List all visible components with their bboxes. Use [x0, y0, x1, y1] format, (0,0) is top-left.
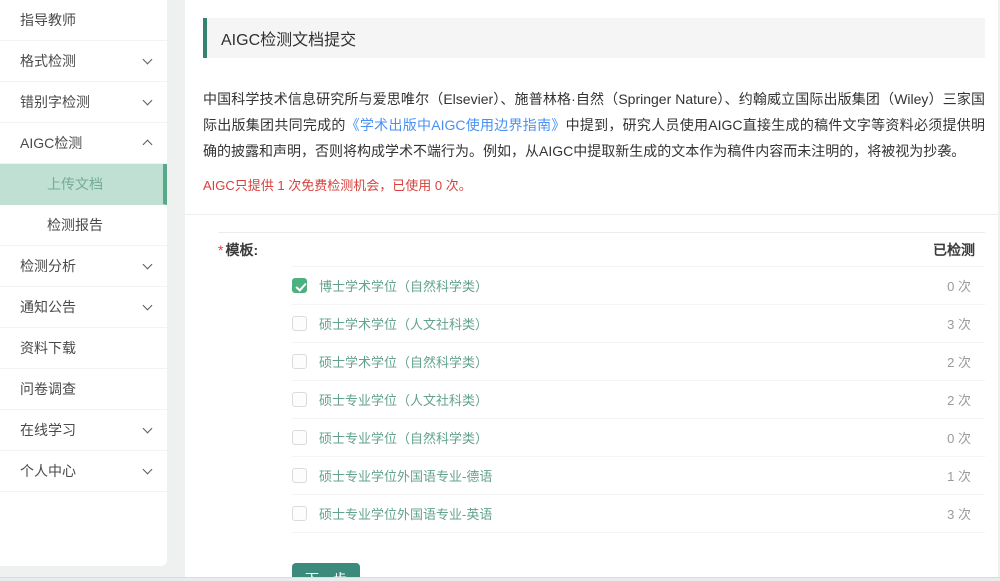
template-checkbox[interactable]: [292, 506, 307, 521]
chevron-down-icon: [143, 465, 153, 475]
chevron-down-icon: [143, 55, 153, 65]
main-panel: AIGC检测文档提交 中国科学技术信息研究所与爱思唯尔（Elsevier）、施普…: [185, 0, 998, 577]
sidebar-item-11[interactable]: 个人中心: [0, 451, 167, 492]
sidebar-item-9[interactable]: 问卷调查: [0, 369, 167, 410]
checked-count: 0 次: [947, 428, 985, 447]
sidebar-item-4[interactable]: 上传文档: [0, 164, 167, 205]
chevron-down-icon: [143, 260, 153, 270]
template-row: 硕士学术学位（自然科学类） 2 次: [292, 343, 985, 381]
sidebar-item-label: 检测报告: [20, 215, 103, 235]
checked-count: 3 次: [947, 314, 985, 333]
template-checkbox[interactable]: [292, 392, 307, 407]
template-name-link[interactable]: 硕士专业学位（自然科学类）: [319, 428, 488, 447]
checked-count: 0 次: [947, 276, 985, 295]
checked-count: 1 次: [947, 466, 985, 485]
sidebar-item-label: AIGC检测: [20, 133, 82, 153]
sidebar-item-1[interactable]: 格式检测: [0, 41, 167, 82]
sidebar-item-7[interactable]: 通知公告: [0, 287, 167, 328]
checked-count: 2 次: [947, 390, 985, 409]
template-table-header: *模板: 已检测: [218, 233, 985, 266]
template-name-link[interactable]: 博士学术学位（自然科学类）: [319, 276, 488, 295]
required-asterisk: *: [218, 242, 223, 258]
sidebar-item-3[interactable]: AIGC检测: [0, 123, 167, 164]
template-name-link[interactable]: 硕士学术学位（人文社科类）: [319, 314, 488, 333]
template-name-link[interactable]: 硕士专业学位外国语专业-英语: [319, 504, 492, 523]
template-checkbox[interactable]: [292, 430, 307, 445]
intro-paragraph: 中国科学技术信息研究所与爱思唯尔（Elsevier）、施普林格·自然（Sprin…: [203, 86, 985, 164]
sidebar-item-8[interactable]: 资料下载: [0, 328, 167, 369]
page-title: AIGC检测文档提交: [221, 26, 356, 50]
template-name-link[interactable]: 硕士学术学位（自然科学类）: [319, 352, 488, 371]
checked-count: 2 次: [947, 352, 985, 371]
template-row: 硕士专业学位（人文社科类） 2 次: [292, 381, 985, 419]
sidebar-item-5[interactable]: 检测报告: [0, 205, 167, 246]
template-checkbox[interactable]: [292, 278, 307, 293]
sidebar-item-label: 在线学习: [20, 420, 76, 440]
template-checkbox[interactable]: [292, 468, 307, 483]
sidebar-item-label: 资料下载: [20, 338, 76, 358]
sidebar-item-10[interactable]: 在线学习: [0, 410, 167, 451]
sidebar-item-label: 个人中心: [20, 461, 76, 481]
template-row: 硕士学术学位（人文社科类） 3 次: [292, 305, 985, 343]
template-label-text: 模板:: [225, 242, 258, 258]
bottom-divider: [0, 577, 1000, 581]
sidebar-item-label: 上传文档: [20, 174, 103, 194]
sidebar-item-label: 错别字检测: [20, 92, 90, 112]
sidebar-item-6[interactable]: 检测分析: [0, 246, 167, 287]
sidebar-item-label: 指导教师: [20, 10, 76, 30]
checked-count-column-header: 已检测: [933, 240, 975, 260]
template-checkbox[interactable]: [292, 354, 307, 369]
template-row: 博士学术学位（自然科学类） 0 次: [292, 267, 985, 305]
chevron-up-icon: [143, 140, 153, 150]
template-name-link[interactable]: 硕士专业学位外国语专业-德语: [319, 466, 492, 485]
template-name-link[interactable]: 硕士专业学位（人文社科类）: [319, 390, 488, 409]
template-row: 硕士专业学位外国语专业-德语 1 次: [292, 457, 985, 495]
template-row: 硕士专业学位（自然科学类） 0 次: [292, 419, 985, 457]
chevron-down-icon: [143, 301, 153, 311]
sidebar-item-label: 问卷调查: [20, 379, 76, 399]
template-row: 硕士专业学位外国语专业-英语 3 次: [292, 495, 985, 533]
checked-count: 3 次: [947, 504, 985, 523]
sidebar-item-0[interactable]: 指导教师: [0, 0, 167, 41]
sidebar-item-label: 格式检测: [20, 51, 76, 71]
sidebar-item-label: 检测分析: [20, 256, 76, 276]
chevron-down-icon: [143, 96, 153, 106]
sidebar-item-label: 通知公告: [20, 297, 76, 317]
sidebar-item-2[interactable]: 错别字检测: [0, 82, 167, 123]
chevron-down-icon: [143, 424, 153, 434]
template-rows: 博士学术学位（自然科学类） 0 次 硕士学术学位（人文社科类） 3 次 硕士学术…: [292, 266, 985, 533]
sidebar: 指导教师 格式检测 错别字检测 AIGC检测 上传文档 检测报告 检测分析 通知…: [0, 0, 167, 566]
template-checkbox[interactable]: [292, 316, 307, 331]
section-divider: [185, 214, 998, 215]
template-table: *模板: 已检测 博士学术学位（自然科学类） 0 次 硕士学术学位（人文社科类）…: [218, 232, 985, 533]
page-title-bar: AIGC检测文档提交: [203, 18, 985, 58]
free-quota-notice: AIGC只提供 1 次免费检测机会，已使用 0 次。: [203, 175, 985, 194]
aigc-guide-link[interactable]: 《学术出版中AIGC使用边界指南》: [346, 117, 566, 133]
template-field-label: *模板:: [218, 240, 258, 260]
